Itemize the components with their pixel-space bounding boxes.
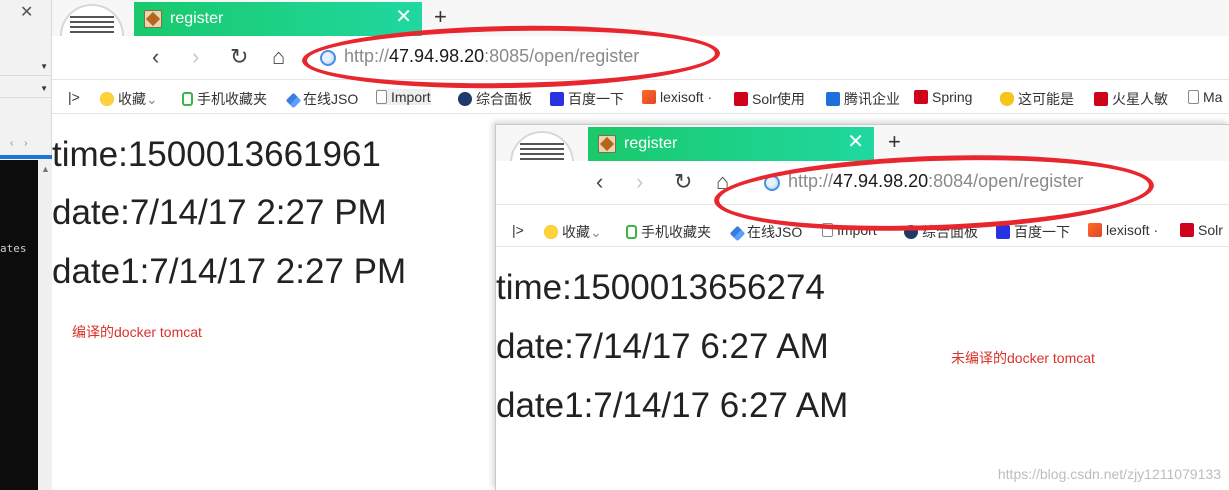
home-icon[interactable]: ⌂ <box>272 44 285 70</box>
hand-icon <box>1000 92 1014 106</box>
json-icon <box>285 92 302 109</box>
background-app-panel: ✕ ▼ ▼ ‹ › ates ▲ <box>0 0 52 490</box>
active-indicator <box>0 155 52 159</box>
bookmark-item[interactable]: 手机收藏夹 <box>182 89 267 109</box>
tab-bar: register ✕ + <box>496 125 1229 161</box>
scroll-up-icon[interactable]: ▲ <box>41 164 50 174</box>
date-text: date:7/14/17 2:27 PM <box>52 193 387 232</box>
chevron-down-icon: ▼ <box>40 62 48 71</box>
sidebar-toggle-icon[interactable]: |> <box>68 89 80 105</box>
console-text: ates <box>0 242 27 255</box>
back-icon[interactable]: ‹ <box>596 169 603 195</box>
back-icon[interactable]: ‹ <box>152 44 159 70</box>
chevron-down-icon: ▼ <box>40 84 48 93</box>
console-panel: ates <box>0 160 38 490</box>
forward-icon[interactable]: › <box>636 169 643 195</box>
page-icon <box>822 223 833 237</box>
time-text: time:1500013656274 <box>496 268 825 307</box>
bookmark-item[interactable]: Import <box>376 89 431 105</box>
bookmark-item[interactable]: lexisoft · <box>642 89 712 105</box>
bookmark-item[interactable]: 腾讯企业 <box>826 89 900 109</box>
bookmark-item[interactable]: Solr使用 <box>734 89 805 109</box>
phone-icon <box>626 225 637 239</box>
bookmark-item[interactable]: 在线JSO <box>285 89 358 109</box>
date1-text: date1:7/14/17 2:27 PM <box>52 252 407 291</box>
bookmark-item[interactable]: Ma <box>1188 89 1222 105</box>
address-bar[interactable]: http://47.94.98.20:8085/open/register <box>344 46 639 70</box>
reload-icon[interactable]: ↻ <box>230 44 248 70</box>
page-icon <box>376 90 387 104</box>
bookmark-item[interactable]: 综合面板 <box>458 89 532 109</box>
bookmark-item[interactable]: 百度一下 <box>996 222 1070 242</box>
red-c-icon <box>1094 92 1108 106</box>
scroll-arrows[interactable]: ‹ › <box>10 138 31 149</box>
time-text: time:1500013661961 <box>52 135 381 174</box>
favicon-icon <box>144 10 162 28</box>
tencent-icon <box>826 92 840 106</box>
nav-bar: ‹ › ↻ ⌂ http://47.94.98.20:8084/open/reg… <box>496 161 1229 205</box>
json-icon <box>729 225 746 242</box>
tab-bar: register ✕ + <box>52 0 1229 36</box>
tab-title: register <box>170 10 224 27</box>
bookmark-item[interactable]: 综合面板 <box>904 222 978 242</box>
annotation-note: 未编译的docker tomcat <box>951 350 1095 366</box>
bookmark-item[interactable]: 收藏⌄ <box>544 222 602 242</box>
close-icon[interactable]: ✕ <box>20 2 33 22</box>
bookmark-bar: |> 收藏⌄ 手机收藏夹 在线JSO Import 综合面板 百度一下 lexi… <box>496 215 1229 247</box>
reload-icon[interactable]: ↻ <box>674 169 692 195</box>
watermark-text: https://blog.csdn.net/zjy1211079133 <box>997 466 1221 482</box>
site-globe-icon <box>764 175 780 191</box>
site-globe-icon <box>320 50 336 66</box>
tab-register[interactable]: register ✕ <box>588 127 874 161</box>
date1-text: date1:7/14/17 6:27 AM <box>496 386 849 425</box>
bookmark-item[interactable]: 在线JSO <box>729 222 802 242</box>
jenkins-icon <box>904 225 918 239</box>
bookmark-item[interactable]: Spring <box>914 89 972 105</box>
bookmark-item[interactable]: 收藏⌄ <box>100 89 158 109</box>
new-tab-button[interactable]: + <box>888 129 901 155</box>
new-tab-button[interactable]: + <box>434 4 447 30</box>
gitlab-icon <box>642 90 656 104</box>
bookmark-item[interactable]: Solr <box>1180 222 1223 238</box>
browser-window-8084: register ✕ + ‹ › ↻ ⌂ http://47.94.98.20:… <box>495 124 1229 490</box>
page-content: time:1500013656274 date:7/14/17 6:27 AM … <box>496 248 1229 490</box>
bookmark-item[interactable]: 百度一下 <box>550 89 624 109</box>
annotation-note: 编译的docker tomcat <box>72 324 202 340</box>
tab-title: register <box>624 135 678 152</box>
baidu-paw-icon <box>550 92 564 106</box>
nav-bar: ‹ › ↻ ⌂ http://47.94.98.20:8085/open/reg… <box>52 36 1229 80</box>
bookmark-item[interactable]: 手机收藏夹 <box>626 222 711 242</box>
star-icon <box>100 92 114 106</box>
red-c-icon <box>1180 223 1194 237</box>
baidu-paw-icon <box>996 225 1010 239</box>
tab-register[interactable]: register ✕ <box>134 2 422 36</box>
red-c-icon <box>914 90 928 104</box>
red-c-icon <box>734 92 748 106</box>
favicon-icon <box>598 135 616 153</box>
bookmark-item[interactable]: lexisoft · <box>1088 222 1158 238</box>
tab-close-icon[interactable]: ✕ <box>847 132 864 152</box>
scrollbar[interactable]: ▲ <box>38 160 52 490</box>
page-icon <box>1188 90 1199 104</box>
tab-close-icon[interactable]: ✕ <box>395 7 412 27</box>
star-icon <box>544 225 558 239</box>
dropdown-row[interactable]: ▼ <box>0 80 52 98</box>
gitlab-icon <box>1088 223 1102 237</box>
bookmark-bar: |> 收藏⌄ 手机收藏夹 在线JSO Import 综合面板 百度一下 lexi… <box>52 82 1229 114</box>
screenshot-stage: ✕ ▼ ▼ ‹ › ates ▲ register ✕ + ‹ › ↻ ⌂ ht… <box>0 0 1229 490</box>
address-bar[interactable]: http://47.94.98.20:8084/open/register <box>788 171 1083 195</box>
jenkins-icon <box>458 92 472 106</box>
dropdown-row[interactable]: ▼ <box>0 58 52 76</box>
date-text: date:7/14/17 6:27 AM <box>496 327 829 366</box>
bookmark-item[interactable]: 这可能是 <box>1000 89 1074 109</box>
bookmark-item[interactable]: 火星人敏 <box>1094 89 1168 109</box>
forward-icon[interactable]: › <box>192 44 199 70</box>
phone-icon <box>182 92 193 106</box>
home-icon[interactable]: ⌂ <box>716 169 729 195</box>
bookmark-item[interactable]: Import <box>822 222 877 238</box>
sidebar-toggle-icon[interactable]: |> <box>512 222 524 238</box>
